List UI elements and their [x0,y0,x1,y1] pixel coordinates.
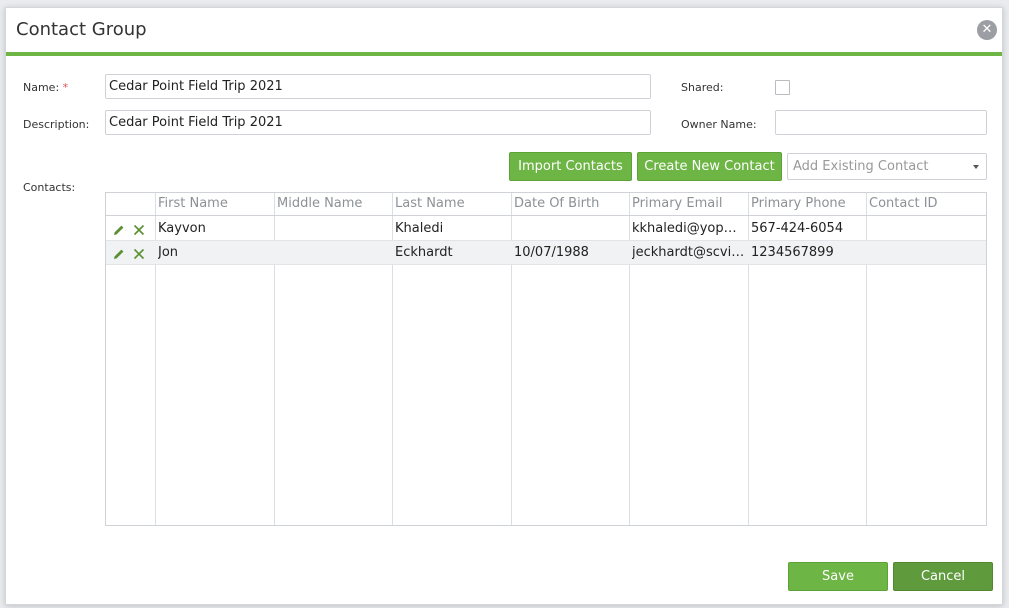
cell-first-name: Kayvon [158,221,206,236]
column-header-first-name[interactable]: First Name [158,196,228,211]
add-existing-contact-dropdown[interactable]: Add Existing Contact [787,153,987,180]
contact-group-dialog: Contact Group ✕ Name: * Description: Sha… [5,7,1003,605]
column-header-date-of-birth[interactable]: Date Of Birth [514,196,599,211]
contacts-label: Contacts: [23,181,76,194]
table-row[interactable]: Kayvon Khaledi kkhaledi@yopm... 567-424-… [106,217,986,241]
dialog-title: Contact Group [16,19,147,40]
import-contacts-button[interactable]: Import Contacts [509,152,632,181]
x-icon[interactable] [133,221,145,240]
column-header-last-name[interactable]: Last Name [395,196,465,211]
x-icon[interactable] [133,245,145,264]
cell-first-name: Jon [158,245,179,260]
owner-name-input[interactable] [775,110,987,135]
cell-last-name: Eckhardt [395,245,453,260]
cell-primary-email: kkhaledi@yopm... [632,221,746,236]
column-header-contact-id[interactable]: Contact ID [869,196,938,211]
grid-header: First Name Middle Name Last Name Date Of… [106,193,986,216]
table-row[interactable]: Jon Eckhardt 10/07/1988 jeckhardt@scvie.… [106,241,986,265]
column-header-middle-name[interactable]: Middle Name [277,196,362,211]
name-input[interactable] [105,74,651,99]
caret-down-icon [973,165,979,169]
shared-checkbox[interactable] [775,80,790,95]
description-input[interactable] [105,110,651,135]
pencil-icon[interactable] [113,221,125,240]
add-existing-contact-placeholder: Add Existing Contact [793,159,929,174]
pencil-icon[interactable] [113,245,125,264]
cell-primary-phone: 567-424-6054 [751,221,844,236]
save-button[interactable]: Save [788,562,888,591]
cancel-button[interactable]: Cancel [893,562,993,591]
owner-name-label: Owner Name: [681,118,757,131]
cell-primary-email: jeckhardt@scvie... [632,245,746,260]
column-header-primary-email[interactable]: Primary Email [632,196,722,211]
dialog-header: Contact Group ✕ [6,8,1002,56]
shared-label: Shared: [681,81,724,94]
name-label: Name: * [23,81,69,94]
description-label: Description: [23,118,90,131]
create-new-contact-button[interactable]: Create New Contact [637,152,782,181]
column-header-primary-phone[interactable]: Primary Phone [751,196,846,211]
required-mark: * [62,81,69,94]
close-icon[interactable]: ✕ [977,20,997,40]
cell-primary-phone: 1234567899 [751,245,834,260]
cell-last-name: Khaledi [395,221,444,236]
contacts-grid: First Name Middle Name Last Name Date Of… [105,192,987,526]
cell-date-of-birth: 10/07/1988 [514,245,589,260]
